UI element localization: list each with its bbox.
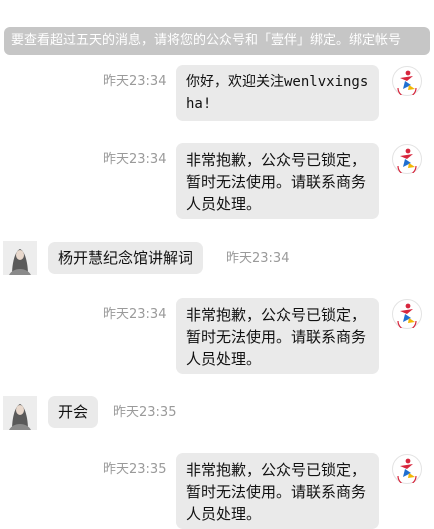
- message-time: 昨天23:34: [103, 74, 167, 89]
- message-time: 昨天23:34: [103, 307, 167, 322]
- runner-logo-icon[interactable]: [392, 454, 422, 484]
- message-bubble[interactable]: 开会: [48, 396, 99, 428]
- user-avatar[interactable]: [3, 241, 37, 275]
- message-time: 昨天23:35: [103, 462, 167, 477]
- message-bubble[interactable]: 非常抱歉，公众号已锁定，暂时无法使用。请联系商务人员处理。: [176, 143, 379, 219]
- runner-logo-icon[interactable]: [392, 66, 422, 96]
- message-bubble[interactable]: 杨开慧纪念馆讲解词: [48, 242, 204, 274]
- message-time: 昨天23:34: [103, 152, 167, 167]
- message-bubble[interactable]: 非常抱歉，公众号已锁定，暂时无法使用。请联系商务人员处理。: [176, 453, 379, 529]
- bind-account-notice[interactable]: 要查看超过五天的消息，请将您的公众号和「壹伴」绑定。绑定帐号: [4, 27, 430, 55]
- runner-logo-icon[interactable]: [392, 299, 422, 329]
- runner-logo-icon[interactable]: [392, 144, 422, 174]
- user-avatar[interactable]: [3, 396, 37, 430]
- message-time: 昨天23:34: [226, 251, 290, 266]
- message-bubble[interactable]: 你好，欢迎关注wenlvxingsha!: [176, 65, 379, 121]
- message-bubble[interactable]: 非常抱歉，公众号已锁定，暂时无法使用。请联系商务人员处理。: [176, 298, 379, 374]
- message-time: 昨天23:35: [113, 405, 177, 420]
